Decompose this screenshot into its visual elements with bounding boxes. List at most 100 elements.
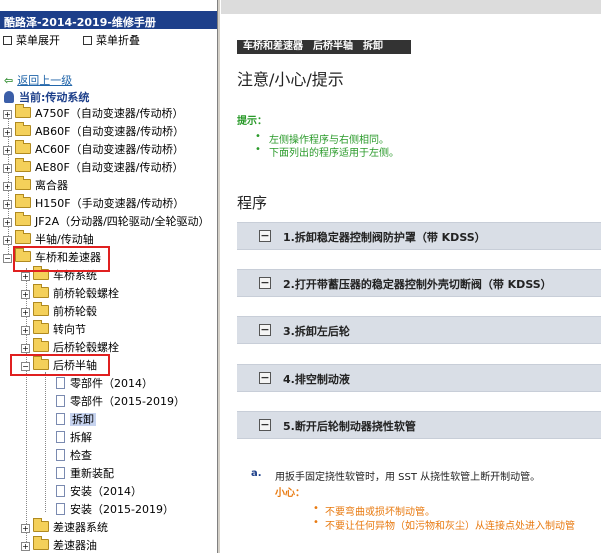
step-2[interactable]: −2.打开带蓄压器的稳定器控制外壳切断阀（带 KDSS） xyxy=(237,269,601,297)
tree-item-label[interactable]: 前桥轮毂螺栓 xyxy=(53,287,119,300)
tree-item-label[interactable]: 零部件（2015-2019） xyxy=(70,395,185,408)
document-icon xyxy=(56,395,65,407)
tree-item-label-selected[interactable]: 拆卸 xyxy=(70,413,96,426)
tree-item-label[interactable]: 零部件（2014） xyxy=(70,377,153,390)
hint-item: 下面列出的程序适用于左侧。 xyxy=(255,144,399,159)
step-4[interactable]: −4.排空制动液 xyxy=(237,364,601,392)
page-title: 注意/小心/提示 xyxy=(237,70,344,89)
collapse-step-icon[interactable]: − xyxy=(259,419,271,431)
tree-item-label[interactable]: JF2A（分动器/四轮驱动/全轮驱动） xyxy=(35,215,210,228)
folder-icon xyxy=(33,536,49,550)
tree-doc-parts-2014[interactable]: 零部件（2014） xyxy=(56,375,153,393)
plus-icon[interactable]: + xyxy=(21,272,30,281)
tree-doc-install-2015-2019[interactable]: 安装（2015-2019） xyxy=(56,501,174,519)
folder-icon xyxy=(15,212,31,226)
tree-item-label[interactable]: 半轴/传动轴 xyxy=(35,233,94,246)
plus-icon[interactable]: + xyxy=(21,542,30,551)
plus-icon[interactable]: + xyxy=(21,308,30,317)
tree-item-label[interactable]: 转向节 xyxy=(53,323,86,336)
folder-icon xyxy=(33,302,49,316)
plus-icon[interactable]: + xyxy=(21,326,30,335)
plus-icon[interactable]: + xyxy=(3,164,12,173)
folder-icon xyxy=(15,194,31,208)
substep-marker: a. xyxy=(251,468,262,479)
plus-icon[interactable]: + xyxy=(21,344,30,353)
tree-item-label[interactable]: A750F（自动变速器/传动桥） xyxy=(35,107,184,120)
tree-item-label[interactable]: AC60F（自动变速器/传动桥） xyxy=(35,143,184,156)
tree-item-ab60f[interactable]: + AB60F（自动变速器/传动桥） xyxy=(3,122,184,141)
tree-item-label[interactable]: 检查 xyxy=(70,449,92,462)
tree-item-a750f[interactable]: + A750F（自动变速器/传动桥） xyxy=(3,104,184,123)
procedure-title: 程序 xyxy=(237,194,268,212)
tree-item-label[interactable]: H150F（手动变速器/传动桥） xyxy=(35,197,184,210)
tree-item-clutch[interactable]: + 离合器 xyxy=(3,176,68,195)
tree-item-ac60f[interactable]: + AC60F（自动变速器/传动桥） xyxy=(3,140,184,159)
plus-icon[interactable]: + xyxy=(3,146,12,155)
tree-doc-inspection[interactable]: 检查 xyxy=(56,447,92,465)
step-label[interactable]: 3.拆卸左后轮 xyxy=(283,323,350,339)
folder-icon xyxy=(15,230,31,244)
folder-icon xyxy=(33,284,49,298)
plus-icon[interactable]: + xyxy=(3,128,12,137)
tree-item-differential-oil[interactable]: + 差速器油 xyxy=(21,536,97,553)
collapse-step-icon[interactable]: − xyxy=(259,277,271,289)
step-1[interactable]: −1.拆卸稳定器控制阀防护罩（带 KDSS） xyxy=(237,222,601,250)
minus-icon[interactable]: − xyxy=(3,254,12,263)
back-link[interactable]: ⇦ 返回上一级 xyxy=(4,72,72,88)
tree-doc-removal[interactable]: 拆卸 xyxy=(56,411,96,429)
tree-doc-reassembly[interactable]: 重新装配 xyxy=(56,465,114,483)
step-label[interactable]: 4.排空制动液 xyxy=(283,371,350,387)
plus-icon[interactable]: + xyxy=(21,290,30,299)
tree-item-h150f[interactable]: + H150F（手动变速器/传动桥） xyxy=(3,194,184,213)
plus-icon[interactable]: + xyxy=(3,200,12,209)
collapse-step-icon[interactable]: − xyxy=(259,372,271,384)
tree-item-front-hub[interactable]: + 前桥轮毂 xyxy=(21,302,97,321)
tree-item-label[interactable]: 差速器油 xyxy=(53,539,97,552)
tree-item-front-hub-bolt[interactable]: + 前桥轮毂螺栓 xyxy=(21,284,119,303)
plus-icon[interactable]: + xyxy=(3,236,12,245)
tree-item-label[interactable]: 重新装配 xyxy=(70,467,114,480)
collapse-icon[interactable] xyxy=(83,36,92,45)
document-icon xyxy=(56,377,65,389)
folder-icon xyxy=(15,122,31,136)
folder-icon xyxy=(33,338,49,352)
content-pane: 车桥和差速器 后桥半轴 拆卸 注意/小心/提示 提示： 左侧操作程序与右侧相同。… xyxy=(221,14,601,553)
step-5[interactable]: −5.断开后轮制动器挠性软管 xyxy=(237,411,601,439)
tree-doc-parts-2015-2019[interactable]: 零部件（2015-2019） xyxy=(56,393,185,411)
hint-label: 提示： xyxy=(237,116,267,127)
tree-item-label[interactable]: 前桥轮毂 xyxy=(53,305,97,318)
plus-icon[interactable]: + xyxy=(3,110,12,119)
tree-item-jf2a[interactable]: + JF2A（分动器/四轮驱动/全轮驱动） xyxy=(3,212,210,231)
tree-item-label[interactable]: 安装（2015-2019） xyxy=(70,503,174,516)
folder-icon xyxy=(15,158,31,172)
tree-doc-install-2014[interactable]: 安装（2014） xyxy=(56,483,142,501)
tree-item-label[interactable]: AE80F（自动变速器/传动桥） xyxy=(35,161,184,174)
tree-item-knuckle[interactable]: + 转向节 xyxy=(21,320,86,339)
collapse-step-icon[interactable]: − xyxy=(259,324,271,336)
plus-icon[interactable]: + xyxy=(21,524,30,533)
tree-item-differential-system[interactable]: + 差速器系统 xyxy=(21,518,108,537)
menu-expand-button[interactable]: 菜单展开 xyxy=(16,34,60,47)
step-label[interactable]: 1.拆卸稳定器控制阀防护罩（带 KDSS） xyxy=(283,229,486,245)
step-label[interactable]: 2.打开带蓄压器的稳定器控制外壳切断阀（带 KDSS） xyxy=(283,276,552,292)
tree-item-label[interactable]: AB60F（自动变速器/传动桥） xyxy=(35,125,184,138)
tree-item-ae80f[interactable]: + AE80F（自动变速器/传动桥） xyxy=(3,158,184,177)
menu-toggle-row: 菜单展开 菜单折叠 xyxy=(0,29,217,47)
expand-icon[interactable] xyxy=(3,36,12,45)
tree-doc-disassembly[interactable]: 拆解 xyxy=(56,429,92,447)
plus-icon[interactable]: + xyxy=(3,182,12,191)
menu-collapse-button[interactable]: 菜单折叠 xyxy=(96,34,140,47)
back-arrow-icon: ⇦ xyxy=(4,74,14,87)
tree-item-label[interactable]: 拆解 xyxy=(70,431,92,444)
plus-icon[interactable]: + xyxy=(3,218,12,227)
tree-item-label[interactable]: 离合器 xyxy=(35,179,68,192)
collapse-step-icon[interactable]: − xyxy=(259,230,271,242)
step-label[interactable]: 5.断开后轮制动器挠性软管 xyxy=(283,418,416,434)
tree-item-label[interactable]: 差速器系统 xyxy=(53,521,108,534)
folder-icon xyxy=(33,320,49,334)
step-3[interactable]: −3.拆卸左后轮 xyxy=(237,316,601,344)
tree-item-label[interactable]: 安装（2014） xyxy=(70,485,142,498)
navigation-pane: 酷路泽-2014-2019-维修手册 菜单展开 菜单折叠 ⇦ 返回上一级 当前:传… xyxy=(0,0,217,553)
tree-item-label[interactable]: 后桥轮毂螺栓 xyxy=(53,341,119,354)
back-link-label[interactable]: 返回上一级 xyxy=(17,74,72,87)
